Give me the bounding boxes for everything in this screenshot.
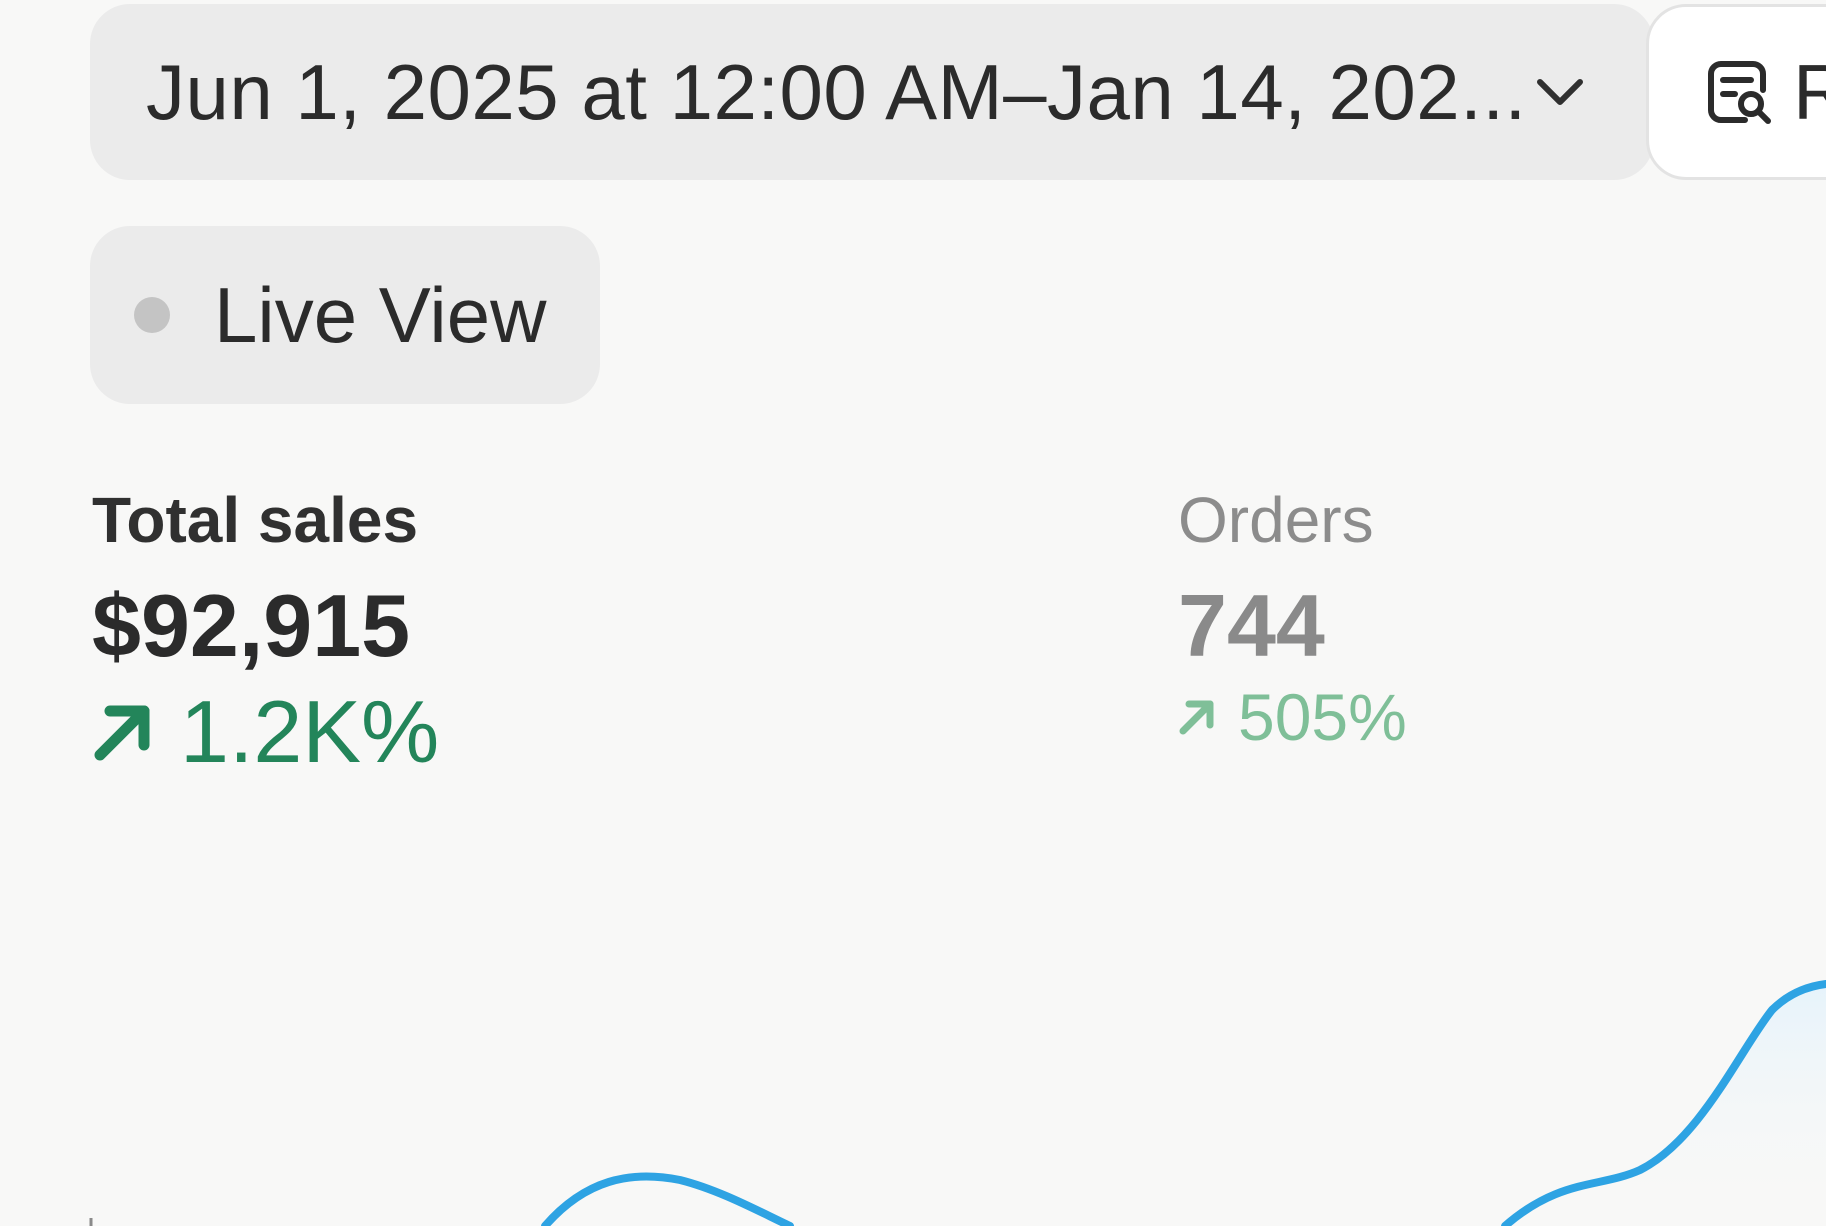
- arrow-up-right-icon: [94, 705, 150, 761]
- orders-change: 505%: [1178, 684, 1407, 750]
- orders-metric[interactable]: Orders 744 505%: [1178, 488, 1407, 750]
- chevron-down-icon: [1537, 79, 1583, 105]
- report-label: R: [1793, 47, 1826, 136]
- live-view-button[interactable]: Live View: [90, 226, 600, 404]
- orders-value: 744: [1178, 576, 1325, 675]
- total-sales-metric[interactable]: Total sales $92,915 1.2K%: [92, 488, 439, 776]
- total-sales-title: Total sales: [92, 484, 419, 556]
- chart-area: [1505, 984, 1826, 1226]
- orders-title: Orders: [1178, 484, 1374, 556]
- report-search-icon: [1708, 61, 1771, 124]
- total-sales-value: $92,915: [92, 576, 411, 675]
- report-button[interactable]: R: [1646, 4, 1826, 180]
- total-sales-change-value: 1.2K%: [180, 682, 440, 781]
- status-dot-icon: [134, 297, 170, 333]
- arrow-up-right-icon: [1179, 700, 1214, 735]
- chart-line-left: [541, 1172, 794, 1226]
- total-sales-change: 1.2K%: [92, 688, 439, 776]
- orders-change-value: 505%: [1238, 680, 1407, 754]
- sales-chart: [89, 980, 1826, 1226]
- date-range-label: Jun 1, 2025 at 12:00 AM–Jan 14, 202...: [146, 47, 1527, 136]
- date-range-picker[interactable]: Jun 1, 2025 at 12:00 AM–Jan 14, 202...: [90, 4, 1654, 180]
- live-view-label: Live View: [214, 270, 547, 359]
